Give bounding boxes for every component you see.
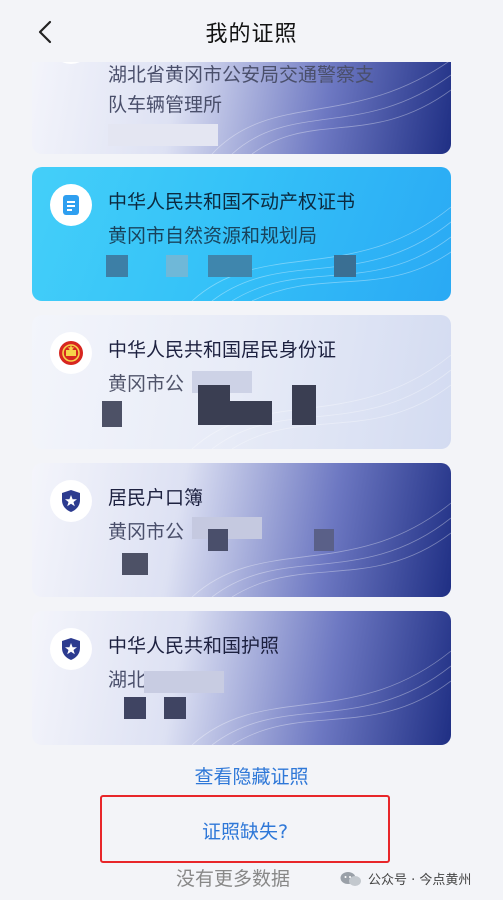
blurred-text bbox=[198, 385, 230, 425]
no-more-data-text: 没有更多数据 bbox=[176, 868, 291, 890]
highlight-box: 证照缺失? bbox=[100, 795, 390, 863]
shield-star-icon bbox=[62, 638, 80, 660]
card-icon bbox=[50, 628, 92, 670]
national-emblem-icon bbox=[59, 341, 83, 365]
card-icon bbox=[50, 184, 92, 226]
card-issuer-line2: 队车辆管理所 bbox=[108, 94, 223, 116]
certificate-card-real-estate[interactable]: 中华人民共和国不动产权证书 黄冈市自然资源和规划局 bbox=[32, 167, 451, 301]
blurred-text bbox=[208, 255, 252, 277]
blurred-text bbox=[102, 401, 122, 427]
shield-star-icon bbox=[62, 490, 80, 512]
card-title: 中华人民共和国居民身份证 bbox=[108, 339, 337, 361]
certificate-card-household[interactable]: 居民户口簿 黄冈市公 bbox=[32, 463, 451, 597]
blurred-text bbox=[208, 529, 228, 551]
card-issuer: 黄冈市自然资源和规划局 bbox=[108, 225, 318, 247]
watermark: 公众号 · 今点黄州 bbox=[340, 869, 471, 888]
certificate-card-id[interactable]: 中华人民共和国居民身份证 黄冈市公 bbox=[32, 315, 451, 449]
card-issuer: 黄冈市公 bbox=[108, 521, 185, 543]
card-issuer: 湖北 bbox=[108, 669, 147, 691]
blurred-text bbox=[334, 255, 356, 277]
card-issuer: 黄冈市公 bbox=[108, 373, 185, 395]
card-title: 中华人民共和国不动产权证书 bbox=[108, 191, 356, 213]
page-title: 我的证照 bbox=[205, 22, 298, 47]
blurred-text bbox=[166, 255, 188, 277]
blurred-text bbox=[292, 385, 316, 425]
blurred-text bbox=[144, 671, 224, 693]
blurred-text bbox=[164, 697, 186, 719]
card-issuer-line1: 湖北省黄冈市公安局交通警察支 bbox=[108, 64, 375, 86]
blurred-text bbox=[106, 255, 128, 277]
view-hidden-certificates-link[interactable]: 查看隐藏证照 bbox=[0, 762, 503, 789]
watermark-text: 公众号 · 今点黄州 bbox=[368, 873, 472, 888]
wechat-icon bbox=[340, 871, 361, 886]
card-title: 中华人民共和国护照 bbox=[108, 635, 280, 657]
blurred-text bbox=[314, 529, 334, 551]
card-title: 居民户口簿 bbox=[108, 487, 204, 509]
missing-certificate-link[interactable]: 证照缺失? bbox=[102, 817, 388, 844]
card-icon bbox=[50, 332, 92, 374]
blurred-text bbox=[108, 124, 218, 146]
certificate-card-passport[interactable]: 中华人民共和国护照 湖北 bbox=[32, 611, 451, 745]
blurred-text bbox=[122, 553, 148, 575]
blurred-text bbox=[124, 697, 146, 719]
document-icon bbox=[63, 195, 79, 215]
blurred-text bbox=[230, 401, 272, 425]
top-bar: 我的证照 bbox=[0, 0, 503, 62]
card-icon bbox=[50, 480, 92, 522]
